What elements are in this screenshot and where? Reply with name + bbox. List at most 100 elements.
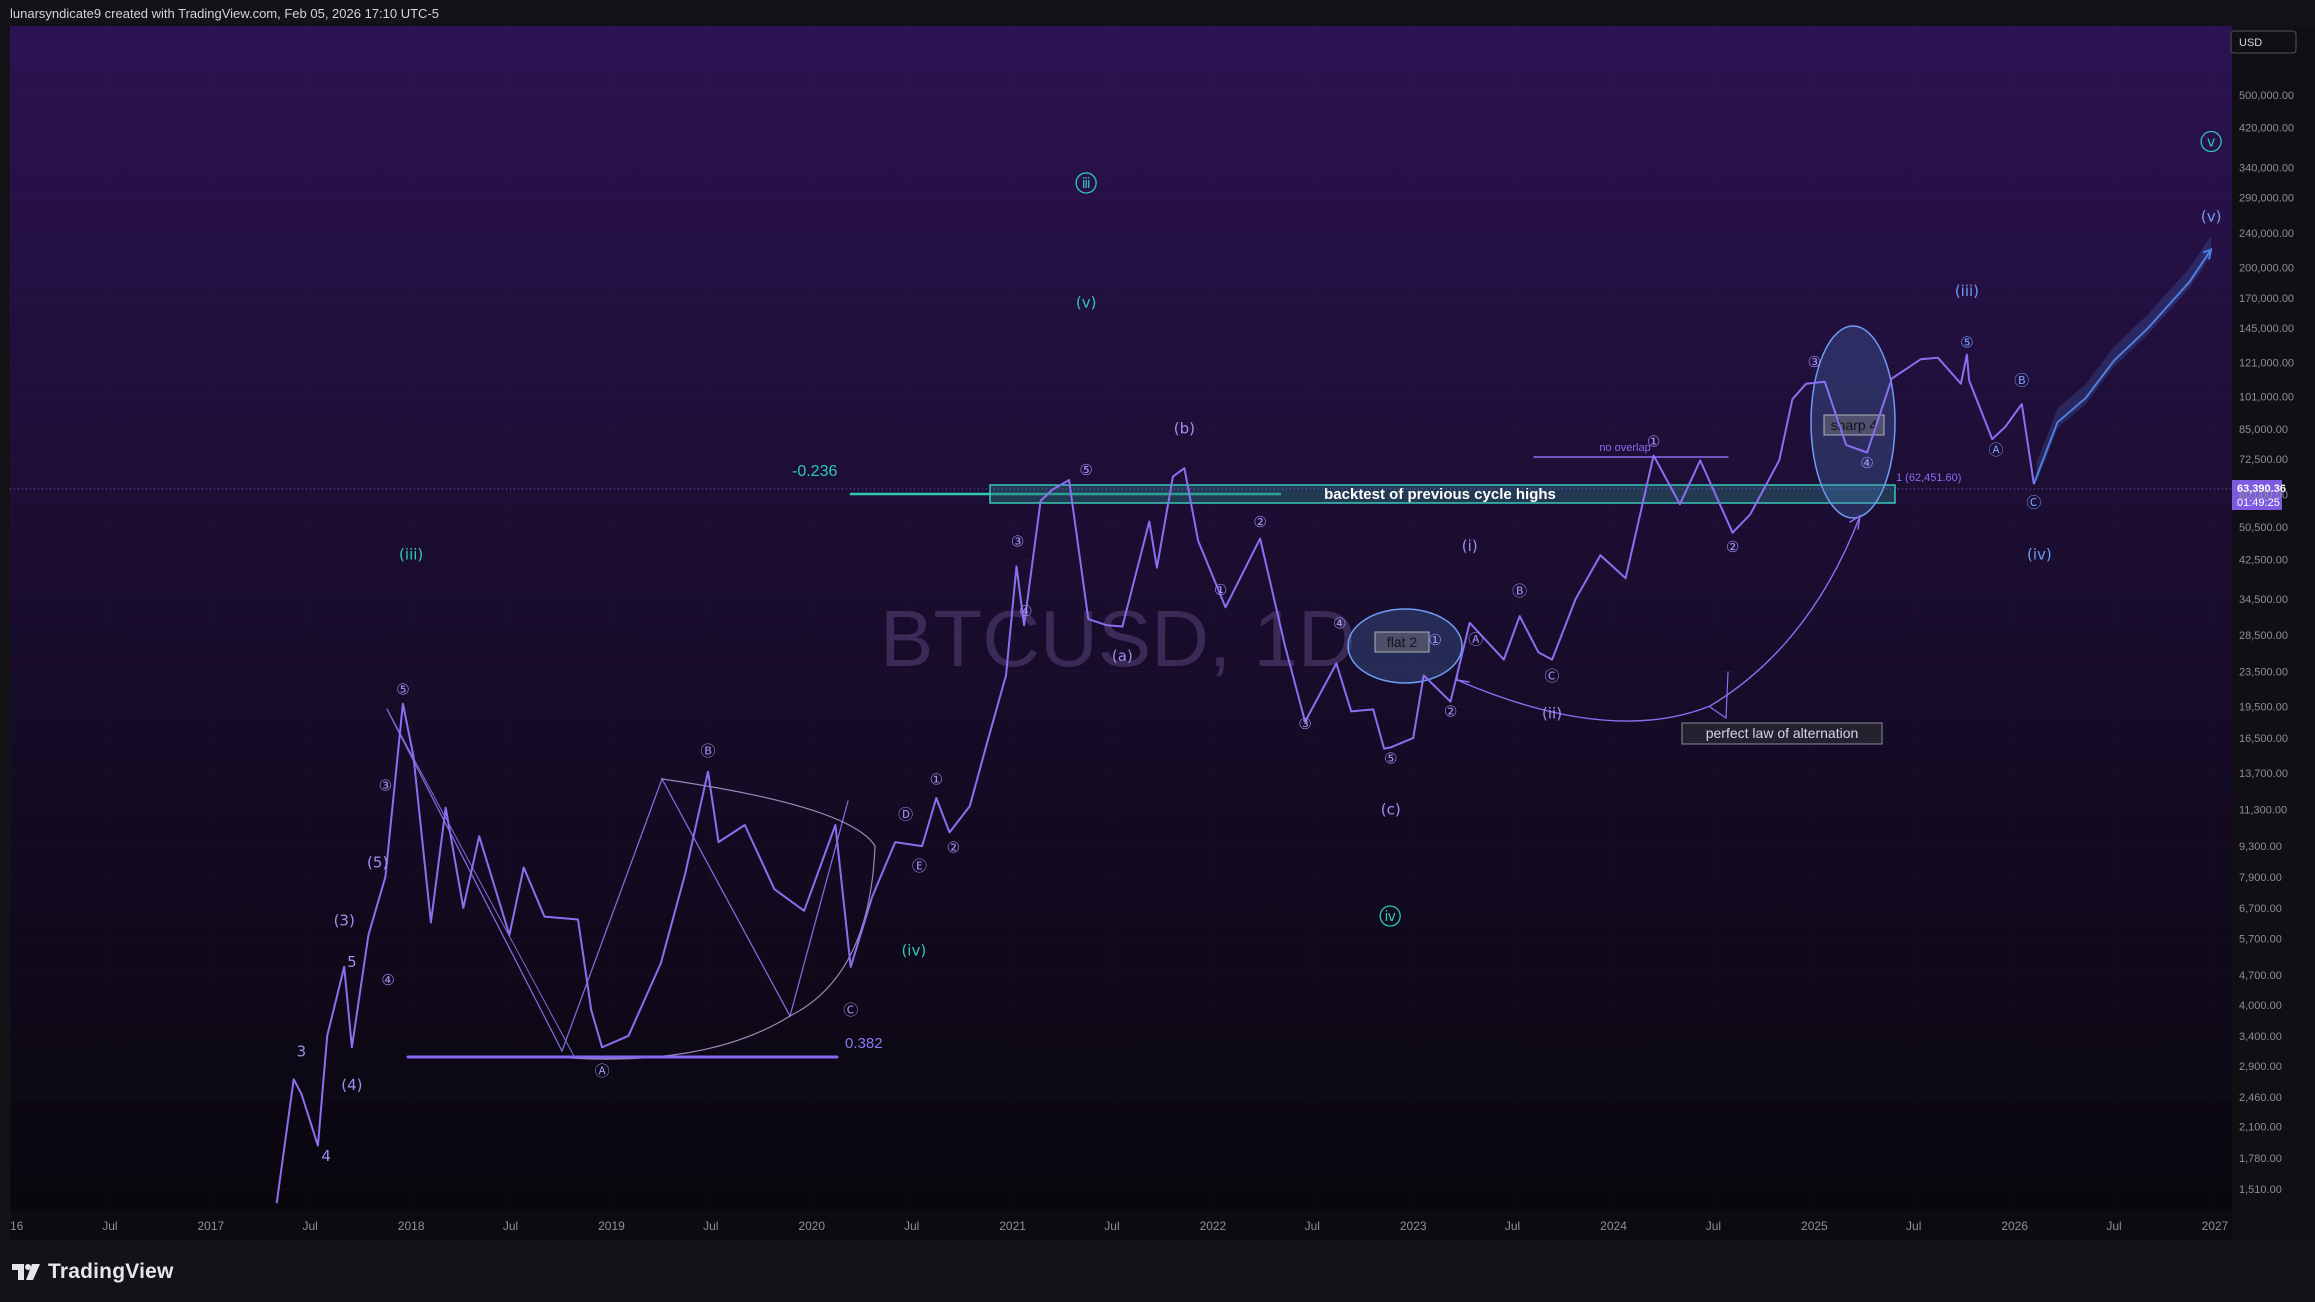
flat-2-label: flat 2 — [1387, 634, 1418, 650]
y-tick-label: 420,000.00 — [2239, 123, 2294, 135]
wave-label: ② — [947, 838, 960, 856]
y-tick-label: 85,000.00 — [2239, 424, 2288, 436]
wave-label: ② — [1726, 538, 1739, 556]
tradingview-logo[interactable]: TradingView — [12, 1260, 174, 1284]
x-tick-label: Jul — [2106, 1219, 2121, 1233]
x-tick-label: 2026 — [2001, 1219, 2028, 1233]
wave-label: (b) — [1174, 419, 1195, 437]
x-tick-label: 2018 — [398, 1219, 425, 1233]
wave-label: ④ — [381, 971, 394, 989]
wave-label: Ⓑ — [701, 742, 716, 760]
wave-label: ④ — [1860, 454, 1873, 472]
wave-label: ⑤ — [1079, 461, 1092, 479]
x-tick-label: 2017 — [198, 1219, 225, 1233]
y-tick-label: 2,460.00 — [2239, 1092, 2282, 1104]
wave-label: ② — [1253, 513, 1266, 531]
no-overlap-label: no overlap — [1599, 442, 1650, 454]
y-tick-label: 101,000.00 — [2239, 391, 2294, 403]
wave-label: ① — [1428, 631, 1441, 649]
wave-label: Ⓑ — [1512, 582, 1527, 600]
wave-label: Ⓓ — [898, 806, 913, 824]
wave-label: (3) — [334, 912, 355, 930]
wave-label: ③ — [1298, 715, 1311, 733]
alternation-label: perfect law of alternation — [1706, 725, 1859, 741]
level-0382-label: 0.382 — [845, 1035, 883, 1052]
wave-label: (iii) — [1955, 282, 1979, 300]
x-tick-label: Jul — [1104, 1219, 1119, 1233]
wave-label: ⅲ — [1082, 176, 1091, 192]
wave-label: (i) — [1462, 537, 1478, 555]
y-tick-label: 6,700.00 — [2239, 903, 2282, 915]
wave-label: Ⓒ — [2026, 494, 2041, 512]
wave-label: (ii) — [1542, 704, 1562, 722]
wave-label: ① — [930, 770, 943, 788]
wave-label: (a) — [1112, 647, 1133, 665]
y-tick-label: 72,500.00 — [2239, 454, 2288, 466]
wave-label: 3 — [297, 1042, 307, 1060]
x-tick-label: Jul — [1505, 1219, 1520, 1233]
x-tick-label: Jul — [1906, 1219, 1921, 1233]
y-tick-label: 60,000.00 — [2239, 490, 2288, 502]
y-tick-label: 200,000.00 — [2239, 263, 2294, 275]
wave-label: Ⓒ — [1545, 667, 1560, 685]
x-tick-label: 2025 — [1801, 1219, 1828, 1233]
y-tick-label: 3,400.00 — [2239, 1031, 2282, 1043]
time-scale-panel — [10, 1210, 2232, 1240]
x-tick-label: Jul — [303, 1219, 318, 1233]
y-tick-label: 170,000.00 — [2239, 293, 2294, 305]
level-neg0236-label: -0.236 — [792, 463, 837, 480]
chart-attribution: lunarsyndicate9 created with TradingView… — [0, 0, 2315, 26]
wave-label: Ⓐ — [1468, 630, 1483, 648]
wave-label: ① — [1214, 581, 1227, 599]
y-tick-label: 5,700.00 — [2239, 933, 2282, 945]
wave-label: ② — [1444, 702, 1457, 720]
wave-label: ⑤ — [396, 680, 409, 698]
y-tick-label: 11,300.00 — [2239, 804, 2287, 816]
y-tick-label: 500,000.00 — [2239, 90, 2294, 102]
wave-label: Ⓒ — [843, 1001, 858, 1019]
wave-label: 4 — [321, 1147, 331, 1165]
y-tick-label: 50,500.00 — [2239, 522, 2288, 534]
y-tick-label: 19,500.00 — [2239, 701, 2288, 713]
x-tick-label: 2021 — [999, 1219, 1026, 1233]
x-tick-label: 2022 — [1200, 1219, 1227, 1233]
y-tick-label: 42,500.00 — [2239, 555, 2288, 567]
y-tick-label: 121,000.00 — [2239, 357, 2294, 369]
wave-label: Ⓑ — [2014, 371, 2029, 389]
y-tick-label: 9,300.00 — [2239, 841, 2282, 853]
fib-1-label: 1 (62,451.60) — [1896, 472, 1961, 484]
wave-label: Ⓐ — [595, 1062, 610, 1080]
y-tick-label: 16,500.00 — [2239, 733, 2288, 745]
x-tick-label: Jul — [503, 1219, 518, 1233]
wave-label: (v) — [2201, 208, 2222, 226]
x-tick-label: 2019 — [598, 1219, 625, 1233]
wave-label: ④ — [1019, 602, 1032, 620]
price-chart[interactable]: BTCUSD, 1D 0.382 -0.236 backtest of prev… — [10, 26, 2315, 1240]
x-tick-label: 2016 — [10, 1219, 24, 1233]
currency-button[interactable]: USD — [2230, 30, 2297, 54]
wave-label: (5) — [367, 854, 388, 872]
wave-label: (iii) — [399, 546, 423, 564]
wave-label: (c) — [1381, 800, 1401, 818]
wave-label: ③ — [1011, 533, 1024, 551]
y-tick-label: 23,500.00 — [2239, 666, 2288, 678]
x-tick-label: Jul — [102, 1219, 117, 1233]
y-tick-label: 340,000.00 — [2239, 162, 2294, 174]
y-tick-label: 13,700.00 — [2239, 768, 2288, 780]
y-tick-label: 2,900.00 — [2239, 1061, 2282, 1073]
y-tick-label: 34,500.00 — [2239, 594, 2288, 606]
y-tick-label: 4,000.00 — [2239, 1000, 2282, 1012]
footer: TradingView — [0, 1240, 2315, 1302]
x-tick-label: 2027 — [2202, 1219, 2229, 1233]
wave-label: ③ — [379, 776, 392, 794]
wave-label: (iv) — [2027, 546, 2052, 564]
wave-label: Ⓐ — [1989, 441, 2004, 459]
x-tick-label: Jul — [904, 1219, 919, 1233]
x-tick-label: 2023 — [1400, 1219, 1427, 1233]
y-tick-label: 145,000.00 — [2239, 323, 2294, 335]
y-tick-label: 7,900.00 — [2239, 872, 2282, 884]
y-tick-label: 290,000.00 — [2239, 192, 2294, 204]
x-tick-label: Jul — [1305, 1219, 1320, 1233]
y-tick-label: 28,500.00 — [2239, 630, 2288, 642]
tradingview-logo-icon — [12, 1264, 40, 1280]
